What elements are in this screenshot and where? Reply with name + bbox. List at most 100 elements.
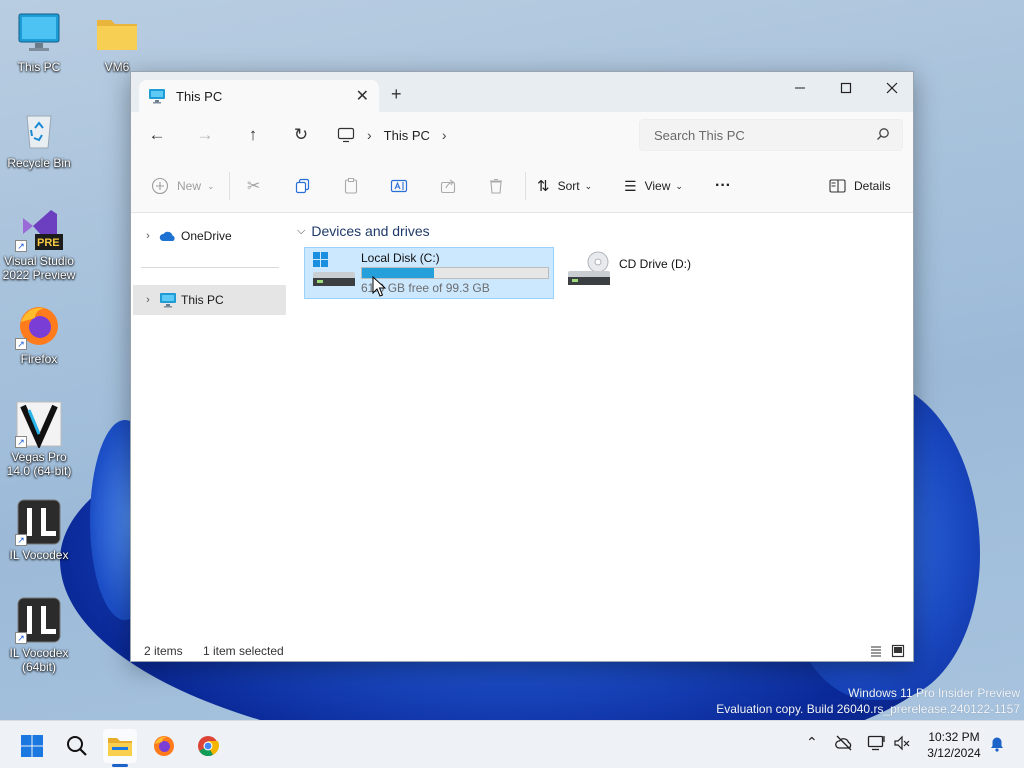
rename-icon [390, 179, 408, 193]
active-app-indicator [112, 764, 128, 767]
minimize-button[interactable] [777, 76, 823, 104]
sidebar-item-onedrive[interactable]: › OneDrive [133, 221, 286, 251]
refresh-button[interactable]: ↻ [289, 124, 313, 148]
desktop-icon-visual-studio[interactable]: PRE ↗ Visual Studio 2022 Preview [0, 204, 78, 282]
title-bar[interactable]: This PC ✕ + [131, 72, 913, 112]
drive-name: CD Drive (D:) [619, 257, 691, 271]
chrome-icon [198, 736, 219, 757]
details-view-toggle[interactable] [869, 644, 883, 661]
share-button[interactable] [439, 174, 457, 198]
taskbar-clock[interactable]: 10:32 PM 3/12/2024 [920, 729, 988, 761]
desktop-icon-label: Recycle Bin [7, 156, 71, 170]
watermark-line: Windows 11 Pro Insider Preview [848, 686, 1020, 700]
chevron-down-icon: ⌄ [207, 180, 215, 191]
share-icon [440, 179, 456, 194]
drive-usage-bar [361, 267, 549, 279]
chevron-right-icon[interactable]: › [442, 127, 447, 143]
status-bar: 2 items 1 item selected [131, 642, 913, 662]
up-button[interactable]: ↑ [241, 124, 265, 148]
desktop-icon-label: This PC [17, 60, 61, 74]
desktop-icon-vegas-pro[interactable]: ↗ Vegas Pro 14.0 (64-bit) [0, 400, 78, 478]
chevron-right-icon[interactable]: › [137, 294, 159, 306]
toolbar-divider [525, 172, 526, 200]
close-tab-icon[interactable]: ✕ [356, 86, 369, 106]
file-explorer-window: This PC ✕ + ← → ↑ ↻ › This PC › Search T… [130, 71, 914, 662]
vegas-pro-icon: ↗ [15, 400, 63, 450]
desktop-icon-il-vocodex-64bit[interactable]: ↗ IL Vocodex (64bit) [0, 596, 78, 674]
search-input[interactable]: Search This PC [639, 119, 903, 151]
new-tab-button[interactable]: + [391, 84, 402, 105]
breadcrumb-item-this-pc[interactable]: This PC [384, 128, 430, 143]
desktop-icon-label: Firefox [20, 352, 58, 366]
notification-bell-icon[interactable] [989, 736, 1005, 752]
volume-muted-icon[interactable] [893, 734, 911, 752]
arrow-up-icon: ↑ [248, 125, 258, 144]
desktop-icon-firefox[interactable]: ↗ Firefox [0, 302, 78, 366]
toolbar-divider [229, 172, 230, 200]
visual-studio-icon: PRE ↗ [15, 204, 63, 252]
il-vocodex-icon: ↗ [15, 596, 63, 644]
forward-button[interactable]: → [193, 124, 217, 148]
taskbar-chrome[interactable] [191, 729, 225, 763]
drive-local-disk-c[interactable]: Local Disk (C:) 61.0 GB free of 99.3 GB [304, 247, 554, 299]
cut-button[interactable]: ✂ [247, 174, 260, 198]
arrow-right-icon: → [196, 125, 214, 144]
sidebar-item-this-pc[interactable]: › This PC [133, 285, 286, 315]
desktop-icon-this-pc[interactable]: This PC [0, 10, 78, 74]
taskbar-search-button[interactable] [60, 729, 94, 763]
command-bar: New ⌄ ✂ ⇅ Sort ⌄ ☰ View ⌄ ··· Details [131, 158, 913, 213]
chevron-up-icon[interactable]: ⌃ [806, 734, 818, 751]
breadcrumb[interactable]: › This PC › [337, 120, 629, 150]
paste-button[interactable] [342, 174, 360, 198]
il-vocodex-icon: ↗ [15, 498, 63, 546]
cd-drive-icon [568, 251, 610, 285]
os-watermark: Windows 11 Pro Insider Preview Evaluatio… [716, 685, 1020, 717]
sort-button[interactable]: ⇅ Sort ⌄ [537, 174, 592, 198]
new-label: New [177, 179, 202, 193]
hard-drive-icon [313, 252, 355, 286]
clipboard-icon [344, 178, 358, 194]
more-options-button[interactable]: ··· [715, 174, 731, 198]
details-pane-button[interactable]: Details [829, 174, 891, 198]
vs-pre-badge: PRE [37, 237, 60, 249]
rename-button[interactable] [390, 174, 408, 198]
desktop-icon-vm6[interactable]: VM6 [78, 10, 156, 74]
file-explorer-icon [108, 738, 132, 756]
chevron-down-icon: ⌵ [297, 224, 306, 237]
tab-this-pc[interactable]: This PC ✕ [139, 80, 379, 112]
shortcut-arrow-icon: ↗ [15, 534, 27, 546]
shortcut-arrow-icon: ↗ [15, 632, 27, 644]
desktop-icon-recycle-bin[interactable]: Recycle Bin [0, 106, 78, 170]
start-button[interactable] [15, 729, 49, 763]
watermark-line: Evaluation copy. Build 26040.rs_prerelea… [716, 702, 1020, 716]
back-button[interactable]: ← [145, 124, 169, 148]
close-window-button[interactable] [869, 76, 915, 104]
chevron-right-icon[interactable]: › [137, 230, 159, 242]
taskbar-file-explorer[interactable] [103, 729, 137, 763]
clock-time: 10:32 PM [928, 730, 980, 744]
firefox-icon: ↗ [15, 302, 63, 350]
address-bar: ← → ↑ ↻ › This PC › Search This PC [131, 112, 913, 158]
desktop-icon-label: IL Vocodex [9, 548, 69, 562]
network-icon[interactable] [867, 734, 887, 752]
chevron-right-icon[interactable]: › [367, 127, 372, 143]
cloud-offline-icon[interactable] [835, 734, 853, 752]
sidebar-item-label: OneDrive [181, 229, 232, 243]
search-icon [67, 736, 87, 756]
view-button[interactable]: ☰ View ⌄ [624, 174, 683, 198]
drive-cd-d[interactable]: CD Drive (D:) [563, 247, 763, 299]
taskbar-firefox[interactable] [147, 729, 181, 763]
copy-button[interactable] [294, 174, 312, 198]
clock-date: 3/12/2024 [927, 746, 981, 760]
maximize-button[interactable] [823, 76, 869, 104]
details-label: Details [854, 179, 891, 193]
delete-button[interactable] [487, 174, 505, 198]
new-button[interactable]: New ⌄ [151, 174, 215, 198]
tiles-view-toggle[interactable] [891, 644, 905, 661]
sort-label: Sort [557, 179, 580, 193]
desktop-icon-il-vocodex[interactable]: ↗ IL Vocodex [0, 498, 78, 562]
tiles-view-icon [891, 644, 905, 658]
shortcut-arrow-icon: ↗ [15, 436, 27, 448]
section-header-devices[interactable]: ⌵ Devices and drives [297, 223, 430, 239]
windows-logo-icon [21, 735, 43, 757]
